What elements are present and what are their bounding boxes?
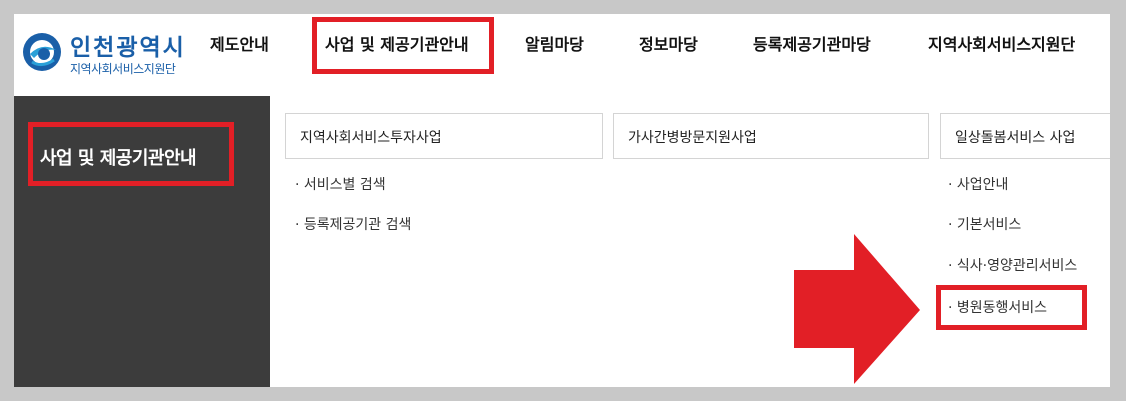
- submenu-item-highlight-box: [936, 285, 1087, 330]
- nav-item-registered-providers[interactable]: 등록제공기관마당: [753, 34, 871, 56]
- submenu-column-header-daily-care[interactable]: 일상돌봄서비스 사업: [940, 113, 1110, 159]
- nav-item-system-guide[interactable]: 제도안내: [210, 34, 269, 56]
- submenu-column-title: 일상돌봄서비스 사업: [955, 130, 1076, 146]
- nav-item-information[interactable]: 정보마당: [639, 34, 698, 56]
- red-arrow-icon: [794, 234, 920, 384]
- page-frame: 인천광역시 지역사회서비스지원단 제도안내 사업 및 제공기관안내 알림마당 정…: [14, 14, 1110, 387]
- nav-item-notices[interactable]: 알림마당: [525, 34, 584, 56]
- site-header: 인천광역시 지역사회서비스지원단 제도안내 사업 및 제공기관안내 알림마당 정…: [14, 14, 1110, 96]
- submenu-item-business-guide[interactable]: · 사업안내: [948, 176, 1008, 194]
- submenu-item-basic-service[interactable]: · 기본서비스: [948, 216, 1021, 234]
- logo-subtitle: 지역사회서비스지원단: [70, 62, 176, 76]
- sidebar-panel: 사업 및 제공기관안내: [14, 96, 270, 387]
- logo-title: 인천광역시: [70, 35, 186, 61]
- site-logo[interactable]: 인천광역시 지역사회서비스지원단: [22, 28, 192, 78]
- nav-highlight-box: [312, 17, 494, 74]
- submenu-column-title: 가사간병방문지원사업: [628, 130, 757, 146]
- incheon-logo-icon: [23, 33, 61, 71]
- submenu-column-title: 지역사회서비스투자사업: [300, 130, 442, 146]
- submenu-item-search-providers[interactable]: · 등록제공기관 검색: [295, 216, 411, 234]
- nav-item-support-center[interactable]: 지역사회서비스지원단: [928, 34, 1075, 56]
- submenu-item-search-by-service[interactable]: · 서비스별 검색: [295, 176, 386, 194]
- submenu-item-meal-nutrition-service[interactable]: · 식사·영양관리서비스: [948, 257, 1077, 275]
- sidebar-highlight-box: [28, 122, 234, 186]
- submenu-column-header-home-care[interactable]: 가사간병방문지원사업: [613, 113, 929, 159]
- submenu-column-header-community-investment[interactable]: 지역사회서비스투자사업: [285, 113, 603, 159]
